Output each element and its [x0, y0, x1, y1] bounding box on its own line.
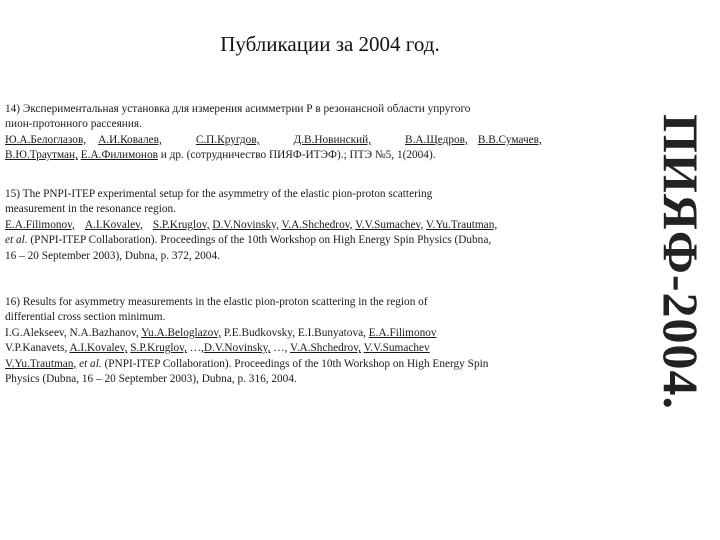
- author-link[interactable]: В.Ю.Траутман,: [5, 149, 78, 161]
- separator-text: …,: [186, 342, 204, 355]
- et-al-text: et al.: [5, 234, 28, 247]
- author-text: V.P.Kanavets,: [5, 342, 70, 355]
- pub16-title-line1: 16) Results for asymmetry measurements i…: [5, 296, 428, 308]
- pub15-source-line2: 16 – 20 September 2003), Dubna, p. 372, …: [5, 249, 220, 262]
- pub15-source: (PNPI-ITEP Collaboration). Proceedings o…: [27, 234, 492, 247]
- pub16-source: (PNPI-ITEP Collaboration). Proceedings o…: [101, 357, 489, 370]
- author-text: I.G.Alekseev, N.A.Bazhanov,: [5, 326, 142, 339]
- pub16-title-line2: differential cross section minimum.: [5, 311, 166, 324]
- author-link[interactable]: Ю.А.Белоглазов,: [5, 134, 86, 146]
- publication-16: 16) Results for asymmetry measurements i…: [5, 295, 639, 387]
- author-link[interactable]: V.V.Sumachev,: [355, 219, 423, 231]
- pub16-authors-line1: I.G.Alekseev, N.A.Bazhanov, Yu.A.Belogla…: [5, 326, 639, 341]
- author-link[interactable]: S.P.Kruglov,: [130, 342, 187, 354]
- pub15-title-line2: measurement in the resonance region.: [5, 203, 176, 216]
- pub15-title-line1: 15) The PNPI-ITEP experimental setup for…: [5, 188, 433, 200]
- author-link[interactable]: V.V.Sumachev: [364, 342, 430, 354]
- author-link[interactable]: V.Yu.Trautman,: [5, 358, 76, 370]
- author-link[interactable]: D.V.Novinsky,: [204, 342, 271, 354]
- pub15-authors-line: E.A.Filimonov, A.I.Kovalev, S.P.Kruglov, D…: [5, 218, 639, 233]
- author-link[interactable]: А.И.Ковалев,: [98, 134, 162, 146]
- author-text: P.E.Budkovsky, E.I.Bunyatova,: [221, 326, 369, 339]
- author-link[interactable]: S.P.Kruglov,: [153, 219, 210, 231]
- pub15-source-line: et al. (PNPI-ITEP Collaboration). Procee…: [5, 233, 639, 248]
- publication-14: 14) Экспериментальная установка для изме…: [5, 102, 639, 164]
- page-title: Публикации за 2004 год.: [220, 32, 440, 56]
- author-link[interactable]: Д.В.Новинский,: [293, 134, 371, 146]
- et-al-text: et al.: [76, 357, 102, 370]
- side-logo: ПИЯФ-2004.: [651, 42, 711, 482]
- author-link[interactable]: С.П.Кругдов,: [196, 134, 260, 146]
- pub14-title-line1: 14) Экспериментальная установка для изме…: [5, 103, 471, 115]
- author-link[interactable]: V.A.Shchedrov,: [290, 342, 361, 354]
- side-logo-text: ПИЯФ-2004.: [653, 114, 709, 410]
- author-link[interactable]: E.A.Filimonov,: [5, 219, 75, 231]
- author-link[interactable]: A.I.Kovalev,: [69, 342, 127, 354]
- pub16-source-line2: Physics (Dubna, 16 – 20 September 2003),…: [5, 373, 297, 386]
- author-link[interactable]: A.I.Kovalev,: [85, 219, 143, 231]
- pub14-source-line: В.Ю.Траутман, Е.А.Филимонов и др. (сотру…: [5, 148, 639, 163]
- author-link[interactable]: Е.А.Филимонов: [81, 149, 158, 161]
- pub14-source: и др. (сотрудничество ПИЯФ-ИТЭФ).; ПТЭ №…: [157, 149, 436, 162]
- author-link[interactable]: V.A.Shchedrov,: [282, 219, 353, 231]
- publication-15: 15) The PNPI-ITEP experimental setup for…: [5, 187, 639, 264]
- separator-text: …,: [270, 342, 291, 355]
- pub14-title-line2: пион-протонного рассеяния.: [5, 118, 142, 131]
- pub14-authors-line: Ю.А.Белоглазов, А.И.Ковалев, С.П.Кругдов, Д…: [5, 133, 639, 148]
- pub16-source-line: V.Yu.Trautman, et al. (PNPI-ITEP Collabo…: [5, 357, 639, 372]
- pub16-authors-line2: V.P.Kanavets, A.I.Kovalev, S.P.Kruglov, …: [5, 341, 639, 356]
- author-link[interactable]: V.Yu.Trautman,: [426, 219, 497, 231]
- author-link[interactable]: E.A.Filimonov: [369, 327, 437, 339]
- author-link[interactable]: D.V.Novinsky,: [212, 219, 279, 231]
- author-link[interactable]: В.В.Сумачев,: [478, 134, 542, 146]
- author-link[interactable]: В.А.Щедров,: [405, 134, 468, 146]
- author-link[interactable]: Yu.A.Beloglazov,: [141, 327, 221, 339]
